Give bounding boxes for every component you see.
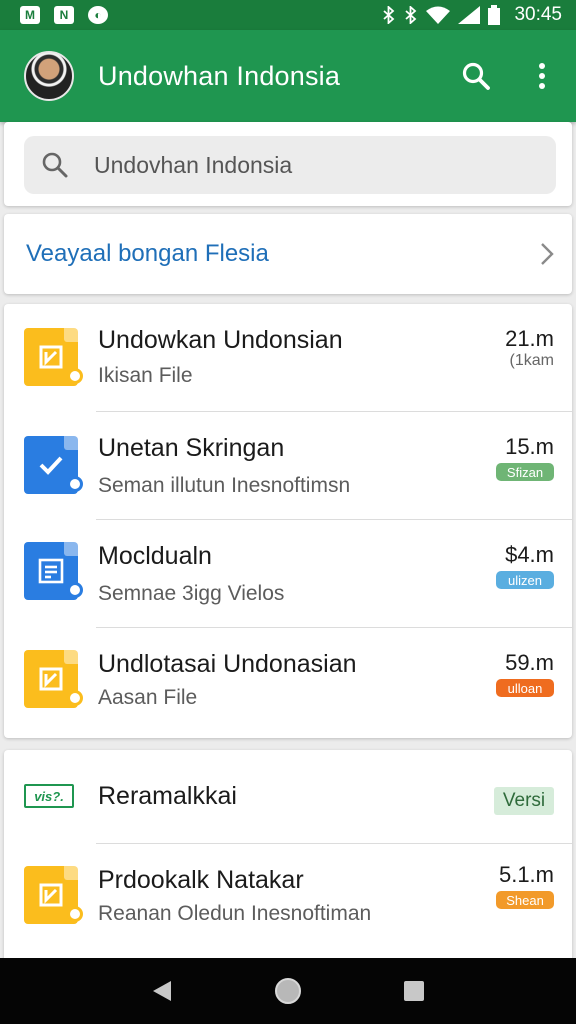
notification-app-icon: M [20, 6, 40, 24]
search-icon [42, 152, 68, 178]
list-item-subtitle: Semnae 3igg Vielos [98, 582, 285, 605]
clock: 30:45 [514, 4, 562, 25]
list-item-subtitle: Aasan File [98, 686, 198, 709]
yellow-doc-icon [24, 650, 83, 708]
list-item-title: Mocldualn [98, 542, 212, 570]
search-icon [462, 62, 490, 90]
status-bar: M N ◐ 30:45 [0, 0, 576, 30]
update-list: vis?. Reramalkkai Versi Prdookalk Nataka… [4, 750, 572, 960]
more-options-button[interactable] [524, 58, 560, 94]
file-size: 5.1.m [498, 862, 554, 887]
notification-app-icon: ◐ [88, 6, 108, 24]
brand-logo: vis?. [24, 784, 74, 808]
link-row-label: Veayaal bongan Flesia [26, 240, 269, 267]
app-bar: Undowhan Indonsia [0, 30, 576, 122]
wifi-icon [426, 6, 451, 24]
page-title: Undowhan Indonsia [98, 60, 341, 91]
list-item-title: Prdookalk Natakar [98, 866, 304, 894]
list-item[interactable]: Prdookalk Natakar Reanan Oledun Inesnoft… [4, 844, 572, 954]
bluetooth-icon [383, 6, 395, 24]
chevron-right-icon [541, 243, 554, 265]
list-item-title: Undlotasai Undonasian [98, 650, 357, 678]
version-badge: Versi [494, 787, 554, 815]
more-vert-icon [539, 63, 545, 89]
app-bar-actions [458, 58, 560, 94]
list-item-title: Reramalkkai [98, 782, 237, 810]
search-button[interactable] [458, 58, 494, 94]
list-item[interactable]: Mocldualn Semnae 3igg Vielos $4.m ulizen [4, 520, 572, 628]
list-item[interactable]: vis?. Reramalkkai Versi [4, 750, 572, 844]
file-size: 59.m [505, 650, 554, 675]
list-item[interactable]: Unetan Skringan Seman illutun Inesnoftim… [4, 412, 572, 520]
notification-app-icon: N [54, 6, 74, 24]
notification-icons: M N ◐ [20, 6, 108, 24]
yellow-doc-icon [24, 866, 83, 924]
status-badge: Shean [496, 891, 554, 909]
system-icons: 30:45 [382, 4, 562, 26]
list-item-title: Unetan Skringan [98, 434, 285, 462]
list-item[interactable]: Undlotasai Undonasian Aasan File 59.m ul… [4, 628, 572, 736]
home-icon[interactable] [274, 977, 302, 1005]
file-size: $4.m [505, 542, 554, 567]
recents-icon[interactable] [403, 980, 425, 1002]
file-size: 21.m [505, 326, 554, 351]
search-input[interactable]: Undovhan Indonsia [24, 136, 556, 194]
file-meta: (1kam [509, 352, 554, 369]
list-item-subtitle: Seman illutun Inesnoftimsn [98, 474, 351, 497]
bluetooth-icon [405, 6, 417, 24]
search-card: Undovhan Indonsia [4, 122, 572, 206]
file-size: 15.m [505, 434, 554, 459]
link-row[interactable]: Veayaal bongan Flesia [4, 214, 572, 294]
list-item-subtitle: Ikisan File [98, 364, 193, 387]
blue-form-doc-icon [24, 542, 83, 600]
status-badge: Sfizan [496, 463, 554, 481]
yellow-doc-icon [24, 328, 83, 386]
list-item-title: Undowkan Undonsian [98, 326, 343, 354]
back-icon[interactable] [151, 979, 173, 1003]
battery-icon [488, 5, 501, 25]
file-list: Undowkan Undonsian Ikisan File 21.m (1ka… [4, 304, 572, 738]
avatar[interactable] [24, 51, 74, 101]
blue-check-doc-icon [24, 436, 83, 494]
status-badge: ulloan [496, 679, 554, 697]
list-item-subtitle: Reanan Oledun Inesnoftiman [98, 902, 372, 925]
list-item[interactable]: Undowkan Undonsian Ikisan File 21.m (1ka… [4, 304, 572, 412]
navigation-bar [0, 958, 576, 1024]
status-badge: ulizen [496, 571, 554, 589]
search-value: Undovhan Indonsia [94, 151, 293, 178]
signal-icon [458, 6, 481, 24]
